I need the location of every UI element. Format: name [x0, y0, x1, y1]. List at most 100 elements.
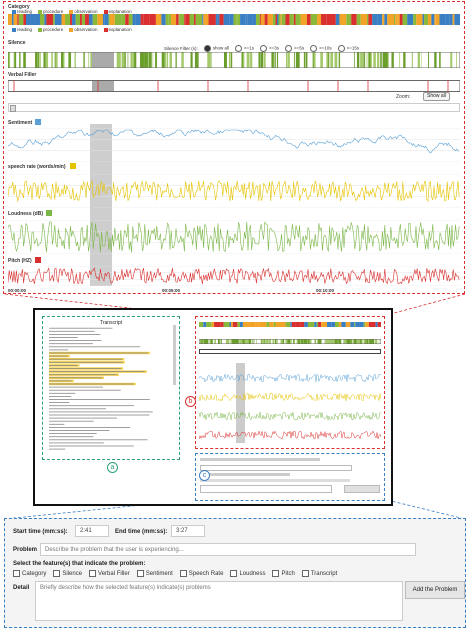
problem-input[interactable]: Describe the problem that the user is ex…: [40, 543, 416, 556]
filter-option-3s[interactable]: >=3s: [260, 45, 279, 52]
category-segment: [356, 14, 361, 25]
feature-checkbox-category[interactable]: Category: [13, 570, 46, 577]
category-segment: [11, 14, 14, 25]
detail-textarea[interactable]: Briefly describe how the selected featur…: [35, 581, 403, 621]
transcript-scrollbar[interactable]: [173, 325, 176, 385]
feature-checkbox-pitch[interactable]: Pitch: [272, 570, 295, 577]
transcript-panel[interactable]: Transcript: [42, 316, 180, 460]
mini-form-row: [200, 458, 320, 461]
checkbox-icon: [53, 570, 61, 577]
add-problem-button[interactable]: Add the Problem: [405, 581, 465, 599]
silence-mark: [268, 339, 272, 344]
problem-form-preview[interactable]: [195, 453, 385, 501]
feature-checkbox-row: Category Silence Verbal Filler Sentiment…: [13, 570, 337, 577]
category-segment: [278, 14, 281, 25]
brush-handle-left[interactable]: [10, 105, 16, 112]
show-all-button[interactable]: Show all: [423, 92, 450, 101]
transcript-line: [49, 414, 150, 416]
category-segment: [245, 14, 248, 25]
category-segment: [359, 322, 364, 327]
silence-mark: [148, 52, 150, 68]
visualization-panel[interactable]: [195, 316, 385, 449]
silence-mark: [119, 52, 121, 68]
silence-mark: [225, 339, 228, 344]
checkbox-icon: [136, 570, 144, 577]
category-segment: [30, 14, 35, 25]
feature-checkbox-loudness[interactable]: Loudness: [230, 570, 265, 577]
detail-label: Detail: [13, 585, 30, 591]
category-segment: [345, 322, 351, 327]
category-segment: [267, 14, 273, 25]
category-segment: [273, 322, 276, 327]
checkbox-icon: [272, 570, 280, 577]
sentiment-track-label: Sentiment: [8, 120, 33, 126]
filter-option-10s[interactable]: >=10s: [310, 45, 332, 52]
verbal-filler-strip[interactable]: [8, 80, 460, 92]
transcript-line: [49, 392, 76, 394]
category-segment: [240, 14, 246, 25]
start-time-input[interactable]: 2:41: [75, 525, 109, 537]
pitch-line-chart: [8, 266, 460, 286]
silence-mark: [450, 52, 452, 68]
speech-rate-color-icon: [70, 163, 76, 169]
category-segment: [372, 14, 378, 25]
transcript-line: [49, 386, 103, 388]
category-segment: [194, 14, 196, 25]
series-line: [8, 267, 460, 285]
category-segment: [293, 14, 296, 25]
silence-mark: [248, 339, 252, 344]
silence-mark: [324, 339, 326, 344]
silence-mark: [220, 339, 222, 344]
category-segment: [422, 14, 425, 25]
transcript-line: [49, 355, 68, 357]
label-a: a: [107, 462, 118, 473]
category-segment: [257, 322, 260, 327]
transcript-title: Transcript: [99, 320, 123, 326]
filter-option-1s[interactable]: >=1s: [235, 45, 254, 52]
category-segment: [8, 14, 12, 25]
category-segment: [249, 322, 256, 327]
category-segment: [86, 14, 89, 25]
category-segment: [402, 14, 408, 25]
category-segment: [202, 14, 204, 25]
feature-checkbox-transcript[interactable]: Transcript: [301, 570, 337, 577]
silence-mark: [214, 339, 216, 344]
category-segment: [424, 14, 428, 25]
transcript-line: [49, 436, 94, 438]
feature-checkbox-speech-rate[interactable]: Speech Rate: [179, 570, 223, 577]
silence-mark: [289, 339, 292, 344]
transcript-line: [49, 433, 97, 434]
silence-strip[interactable]: [8, 52, 460, 68]
transcript-line: [49, 430, 110, 431]
filter-option-15s[interactable]: >=15s: [337, 45, 359, 52]
category-segment: [214, 322, 221, 327]
category-segment: [454, 14, 460, 25]
feature-checkbox-verbal-filler[interactable]: Verbal Filler: [89, 570, 130, 577]
category-segment: [394, 14, 396, 25]
category-segment: [189, 14, 195, 25]
silence-mark: [230, 52, 232, 68]
silence-mark: [375, 339, 378, 344]
category-segment: [255, 322, 258, 327]
filter-option-show-all[interactable]: show all: [203, 45, 229, 52]
silence-mark: [364, 339, 366, 344]
category-segment: [272, 14, 276, 25]
zoom-brush[interactable]: [8, 103, 460, 112]
category-segment: [354, 322, 356, 327]
category-strip[interactable]: [8, 14, 460, 25]
transcript-line: [49, 420, 94, 422]
silence-mark: [363, 52, 365, 68]
series-line: [8, 221, 460, 253]
feature-checkbox-silence[interactable]: Silence: [53, 570, 82, 577]
silence-mark: [263, 52, 266, 68]
feature-checkbox-sentiment[interactable]: Sentiment: [136, 570, 173, 577]
end-time-input[interactable]: 3:27: [171, 525, 205, 537]
pitch-color-icon: [35, 257, 41, 263]
silence-mark: [317, 339, 319, 344]
silence-mark: [380, 52, 382, 68]
transcript-text-lines: [49, 327, 153, 450]
filter-option-5s[interactable]: >=5s: [285, 45, 304, 52]
category-segment: [135, 14, 141, 25]
category-segment: [213, 14, 216, 25]
silence-mark: [319, 339, 321, 344]
